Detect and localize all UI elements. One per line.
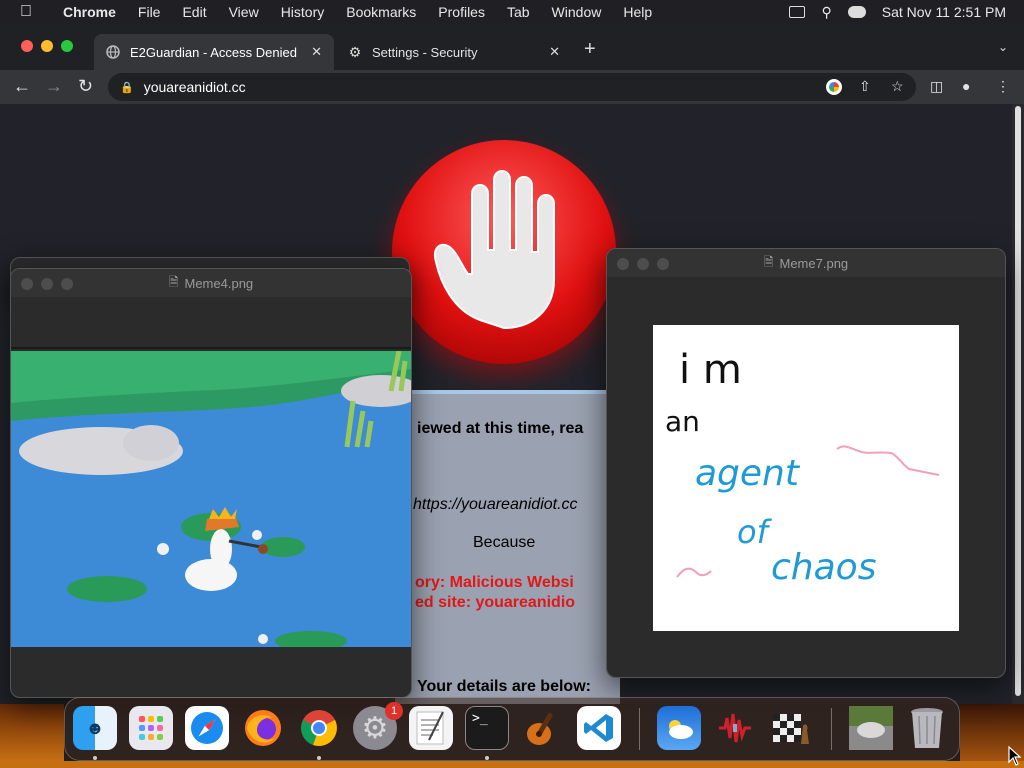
window-controls <box>617 258 669 270</box>
dock-separator <box>831 708 832 750</box>
lock-icon[interactable]: 🔒 <box>120 81 134 94</box>
meme4-image <box>11 350 411 651</box>
chess-icon[interactable] <box>769 706 813 750</box>
finder-icon[interactable]: ☻ <box>73 706 117 750</box>
scrollbar-thumb[interactable] <box>1015 106 1021 696</box>
downloads-stack-icon[interactable] <box>849 706 893 750</box>
menu-clock[interactable]: Sat Nov 11 2:51 PM <box>882 4 1006 20</box>
control-center-icon[interactable] <box>847 6 866 18</box>
menu-profiles[interactable]: Profiles <box>427 4 496 20</box>
menu-history[interactable]: History <box>270 4 336 20</box>
share-icon[interactable]: ⇧ <box>859 78 871 95</box>
vscode-icon[interactable] <box>577 706 621 750</box>
browser-toolbar: ← → ↻ 🔒 youareanidiot.cc ⇧ ☆ ◫ ● ⋮ <box>0 70 1024 104</box>
audio-waveform-icon[interactable] <box>713 706 757 750</box>
trash-icon[interactable] <box>905 706 949 750</box>
menu-app-name[interactable]: Chrome <box>52 4 127 20</box>
tab-title: Settings - Security <box>372 44 478 60</box>
safari-icon[interactable] <box>185 706 229 750</box>
menu-view[interactable]: View <box>218 4 270 20</box>
drawing-text-chaos: chaos <box>771 547 877 588</box>
page-scrollbar[interactable] <box>1012 104 1024 704</box>
minimize-window-button[interactable] <box>41 278 53 290</box>
gear-icon: ⚙ <box>348 43 362 60</box>
details-heading: Your details are below: <box>417 678 591 695</box>
dock-separator <box>639 708 640 750</box>
address-url: youareanidiot.cc <box>143 79 246 95</box>
terminal-icon[interactable]: >_ <box>465 706 509 750</box>
stop-hand-icon <box>392 140 616 364</box>
window-title: Meme4.png <box>184 275 254 291</box>
firefox-icon[interactable] <box>241 706 285 750</box>
menu-window[interactable]: Window <box>541 4 613 20</box>
window-toolbar-area <box>11 297 411 349</box>
globe-icon <box>106 45 120 59</box>
window-title: Meme7.png <box>779 255 849 271</box>
tab-settings-security[interactable]: ⚙ Settings - Security ✕ <box>336 34 572 70</box>
window-controls <box>21 278 73 290</box>
new-tab-button[interactable]: + <box>584 38 596 61</box>
close-tab-icon[interactable]: ✕ <box>549 44 560 60</box>
meme7-image: i m an agent of chaos <box>653 325 959 631</box>
menu-edit[interactable]: Edit <box>171 4 217 20</box>
close-window-button[interactable] <box>21 40 33 52</box>
google-lens-icon[interactable] <box>826 79 842 95</box>
zoom-window-button[interactable] <box>61 40 73 52</box>
weather-icon[interactable] <box>657 706 701 750</box>
reload-icon[interactable]: ↻ <box>78 76 93 97</box>
tab-strip: E2Guardian - Access Denied ✕ ⚙ Settings … <box>0 24 1024 70</box>
menu-bar:  Chrome File Edit View History Bookmark… <box>0 0 1024 24</box>
zoom-window-button[interactable] <box>61 278 73 290</box>
side-panel-icon[interactable]: ◫ <box>930 78 943 95</box>
window-controls <box>21 40 73 52</box>
tab-access-denied[interactable]: E2Guardian - Access Denied ✕ <box>94 34 334 70</box>
running-indicator <box>485 756 489 760</box>
running-indicator <box>93 756 97 760</box>
garageband-icon[interactable] <box>521 706 565 750</box>
drawing-text-an: an <box>665 405 700 438</box>
menu-tab[interactable]: Tab <box>496 4 541 20</box>
address-bar[interactable]: 🔒 youareanidiot.cc <box>108 73 916 101</box>
desktop-wallpaper-left <box>0 704 64 768</box>
document-icon: 🗎 <box>763 254 774 269</box>
close-window-button[interactable] <box>21 278 33 290</box>
minimize-window-button[interactable] <box>41 40 53 52</box>
drawing-text-of: of <box>737 513 768 551</box>
dock: ☻ ⚙ 1 >_ <box>64 697 960 761</box>
menu-bookmarks[interactable]: Bookmarks <box>335 4 427 20</box>
system-settings-icon[interactable]: ⚙ 1 <box>353 702 403 750</box>
launchpad-icon[interactable] <box>129 706 173 750</box>
desktop-wallpaper-bottom <box>0 761 1024 768</box>
screen-mirroring-icon[interactable] <box>789 6 806 18</box>
document-icon: 🗎 <box>168 274 179 289</box>
access-denied-panel: iewed at this time, rea https://youarean… <box>395 390 620 704</box>
profile-icon[interactable]: ● <box>962 78 970 94</box>
menu-help[interactable]: Help <box>612 4 663 20</box>
running-indicator <box>317 756 321 760</box>
drawing-text-agent: agent <box>695 453 799 494</box>
notification-badge: 1 <box>385 702 403 720</box>
drawing-text-i-m: i m <box>679 347 742 393</box>
mouse-cursor-icon <box>1008 745 1022 768</box>
preview-window-meme4[interactable]: 🗎 Meme4.png <box>10 268 412 698</box>
preview-window-meme7[interactable]: 🗎 Meme7.png i m an agent of chaos <box>606 248 1006 678</box>
tab-title: E2Guardian - Access Denied <box>130 44 297 60</box>
forward-arrow-icon[interactable]: → <box>45 76 63 97</box>
back-arrow-icon[interactable]: ← <box>13 76 31 97</box>
window-titlebar[interactable]: 🗎 Meme4.png <box>11 269 411 297</box>
spotlight-search-icon[interactable]: ⚲ <box>821 4 831 21</box>
close-window-button[interactable] <box>617 258 629 270</box>
zoom-window-button[interactable] <box>657 258 669 270</box>
menu-file[interactable]: File <box>127 4 172 20</box>
chrome-menu-icon[interactable]: ⋮ <box>996 78 1010 95</box>
minimize-window-button[interactable] <box>637 258 649 270</box>
apple-menu-icon[interactable]:  <box>0 3 52 21</box>
tab-search-chevron-icon[interactable]: ⌄ <box>998 40 1008 54</box>
bookmark-star-icon[interactable]: ☆ <box>891 78 904 95</box>
close-tab-icon[interactable]: ✕ <box>311 44 322 60</box>
chrome-icon[interactable] <box>297 706 341 750</box>
textedit-icon[interactable] <box>409 706 453 750</box>
window-titlebar[interactable]: 🗎 Meme7.png <box>607 249 1005 277</box>
